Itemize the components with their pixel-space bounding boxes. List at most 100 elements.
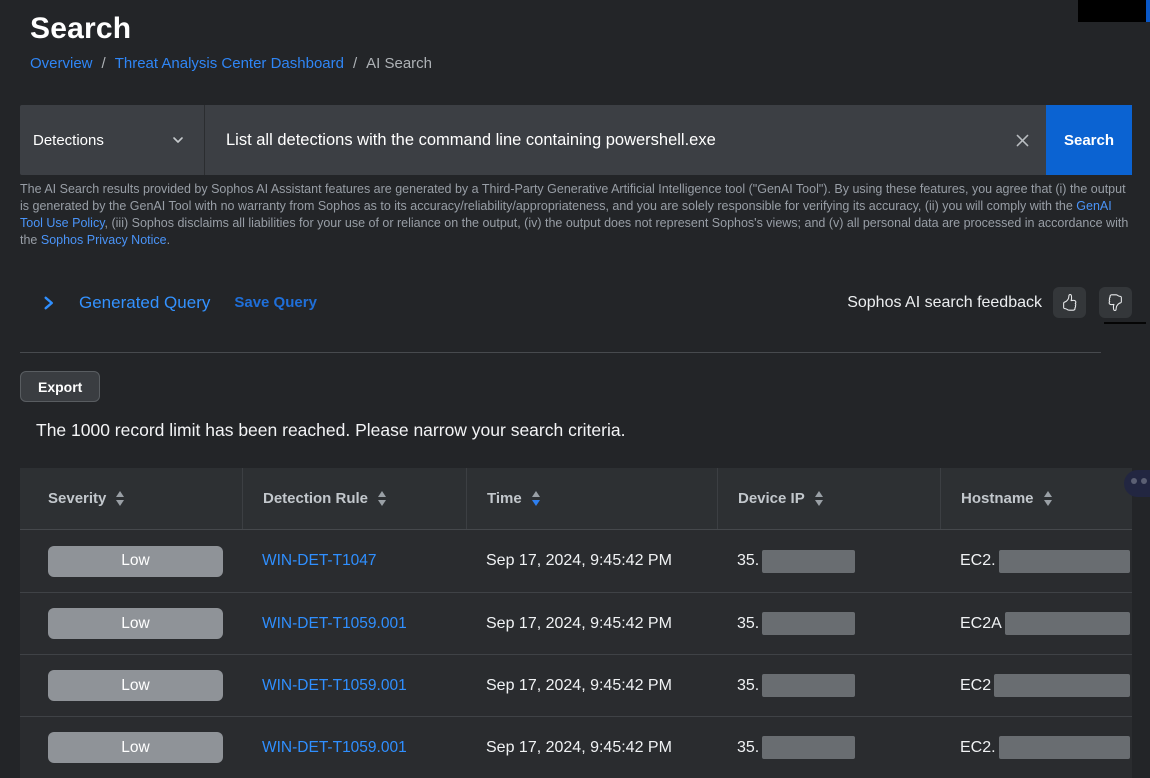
sort-icon — [378, 491, 386, 506]
disclaimer-part-3: . — [167, 233, 170, 247]
section-divider — [20, 352, 1101, 353]
redacted-line — [1104, 322, 1146, 324]
severity-badge: Low — [48, 732, 223, 763]
column-header-hostname[interactable]: Hostname — [940, 468, 1132, 529]
feedback-label: Sophos AI search feedback — [847, 294, 1042, 312]
redacted-value — [762, 612, 855, 635]
time-cell: Sep 17, 2024, 9:45:42 PM — [466, 655, 717, 716]
table-row: Low WIN-DET-T1059.001 Sep 17, 2024, 9:45… — [20, 654, 1132, 716]
sort-icon — [1044, 491, 1052, 506]
column-header-label: Time — [487, 490, 522, 507]
results-table: Severity Detection Rule Time Device IP H… — [20, 468, 1132, 778]
generated-query-label: Generated Query — [79, 293, 210, 313]
redacted-value — [1005, 612, 1130, 635]
table-row: Low WIN-DET-T1059.001 Sep 17, 2024, 9:45… — [20, 592, 1132, 654]
device-ip-cell: 35. — [717, 717, 940, 778]
severity-cell: Low — [20, 717, 242, 778]
detection-rule-link[interactable]: WIN-DET-T1059.001 — [262, 677, 407, 695]
hostname-cell: EC2A — [940, 593, 1132, 654]
hostname-prefix: EC2A — [960, 615, 1002, 633]
redacted-value — [999, 736, 1130, 759]
severity-cell: Low — [20, 655, 242, 716]
generated-query-row: Generated Query Save Query Sophos AI sea… — [20, 286, 1132, 319]
breadcrumb-link-overview[interactable]: Overview — [30, 55, 93, 72]
page-title: Search — [30, 12, 432, 46]
time-cell: Sep 17, 2024, 9:45:42 PM — [466, 530, 717, 592]
record-limit-message: The 1000 record limit has been reached. … — [36, 420, 625, 441]
redacted-value — [762, 550, 855, 573]
table-row: Low WIN-DET-T1047 Sep 17, 2024, 9:45:42 … — [20, 530, 1132, 592]
redacted-value — [762, 674, 855, 697]
severity-badge: Low — [48, 546, 223, 577]
thumbs-down-icon — [1107, 294, 1124, 311]
thumbs-up-icon — [1061, 294, 1078, 311]
column-header-label: Detection Rule — [263, 490, 368, 507]
detection-rule-link[interactable]: WIN-DET-T1059.001 — [262, 739, 407, 757]
column-header-detection-rule[interactable]: Detection Rule — [242, 468, 466, 529]
device-ip-prefix: 35. — [737, 739, 759, 757]
breadcrumb-separator: / — [102, 55, 106, 72]
chevron-down-icon — [170, 132, 186, 148]
time-cell: Sep 17, 2024, 9:45:42 PM — [466, 593, 717, 654]
column-header-device-ip[interactable]: Device IP — [717, 468, 940, 529]
severity-cell: Low — [20, 530, 242, 592]
search-input[interactable] — [205, 105, 998, 175]
thumbs-up-button[interactable] — [1053, 287, 1086, 318]
detection-rule-link[interactable]: WIN-DET-T1047 — [262, 552, 377, 570]
device-ip-prefix: 35. — [737, 677, 759, 695]
chevron-right-icon — [41, 295, 56, 311]
device-ip-cell: 35. — [717, 593, 940, 654]
column-header-severity[interactable]: Severity — [20, 468, 242, 529]
column-header-label: Hostname — [961, 490, 1034, 507]
column-header-label: Severity — [48, 490, 106, 507]
severity-badge: Low — [48, 608, 223, 639]
breadcrumb: Overview / Threat Analysis Center Dashbo… — [30, 55, 432, 72]
device-ip-prefix: 35. — [737, 552, 759, 570]
breadcrumb-separator: / — [353, 55, 357, 72]
severity-cell: Low — [20, 593, 242, 654]
generated-query-toggle[interactable]: Generated Query — [41, 293, 210, 313]
page-header: Search Overview / Threat Analysis Center… — [30, 12, 432, 72]
floating-widget-cutoff[interactable] — [1124, 470, 1150, 497]
breadcrumb-link-threat-analysis-center-dashboard[interactable]: Threat Analysis Center Dashboard — [115, 55, 344, 72]
hostname-prefix: EC2. — [960, 739, 996, 757]
redacted-value — [994, 674, 1130, 697]
detection-rule-cell: WIN-DET-T1059.001 — [242, 593, 466, 654]
detection-rule-cell: WIN-DET-T1059.001 — [242, 655, 466, 716]
column-header-label: Device IP — [738, 490, 805, 507]
hostname-cell: EC2. — [940, 717, 1132, 778]
device-ip-cell: 35. — [717, 655, 940, 716]
detection-rule-link[interactable]: WIN-DET-T1059.001 — [262, 615, 407, 633]
search-button[interactable]: Search — [1046, 105, 1132, 175]
sort-icon — [815, 491, 823, 506]
column-header-time[interactable]: Time — [466, 468, 717, 529]
hostname-cell: EC2. — [940, 530, 1132, 592]
table-row: Low WIN-DET-T1059.001 Sep 17, 2024, 9:45… — [20, 716, 1132, 778]
breadcrumb-current-ai-search: AI Search — [366, 55, 432, 72]
time-cell: Sep 17, 2024, 9:45:42 PM — [466, 717, 717, 778]
sophos-privacy-notice-link[interactable]: Sophos Privacy Notice — [41, 233, 167, 247]
export-button[interactable]: Export — [20, 371, 100, 402]
save-query-link[interactable]: Save Query — [234, 294, 317, 311]
device-ip-cell: 35. — [717, 530, 940, 592]
disclaimer-part-1: The AI Search results provided by Sophos… — [20, 182, 1126, 213]
hostname-prefix: EC2. — [960, 552, 996, 570]
widget-dot — [1131, 478, 1137, 484]
sort-icon-active-desc — [532, 491, 540, 506]
top-right-blue-sliver — [1146, 0, 1150, 22]
hostname-cell: EC2 — [940, 655, 1132, 716]
thumbs-down-button[interactable] — [1099, 287, 1132, 318]
widget-dot — [1141, 478, 1147, 484]
sort-icon — [116, 491, 124, 506]
hostname-prefix: EC2 — [960, 677, 991, 695]
device-ip-prefix: 35. — [737, 615, 759, 633]
x-icon — [1014, 132, 1031, 149]
search-category-dropdown[interactable]: Detections — [20, 105, 205, 175]
disclaimer-part-2: , (iii) Sophos disclaims all liabilities… — [20, 216, 1128, 247]
redacted-value — [999, 550, 1130, 573]
clear-search-button[interactable] — [998, 105, 1046, 175]
search-bar: Detections Search — [20, 105, 1132, 175]
table-header-row: Severity Detection Rule Time Device IP H… — [20, 468, 1132, 530]
ai-disclaimer-text: The AI Search results provided by Sophos… — [20, 181, 1136, 249]
severity-badge: Low — [48, 670, 223, 701]
